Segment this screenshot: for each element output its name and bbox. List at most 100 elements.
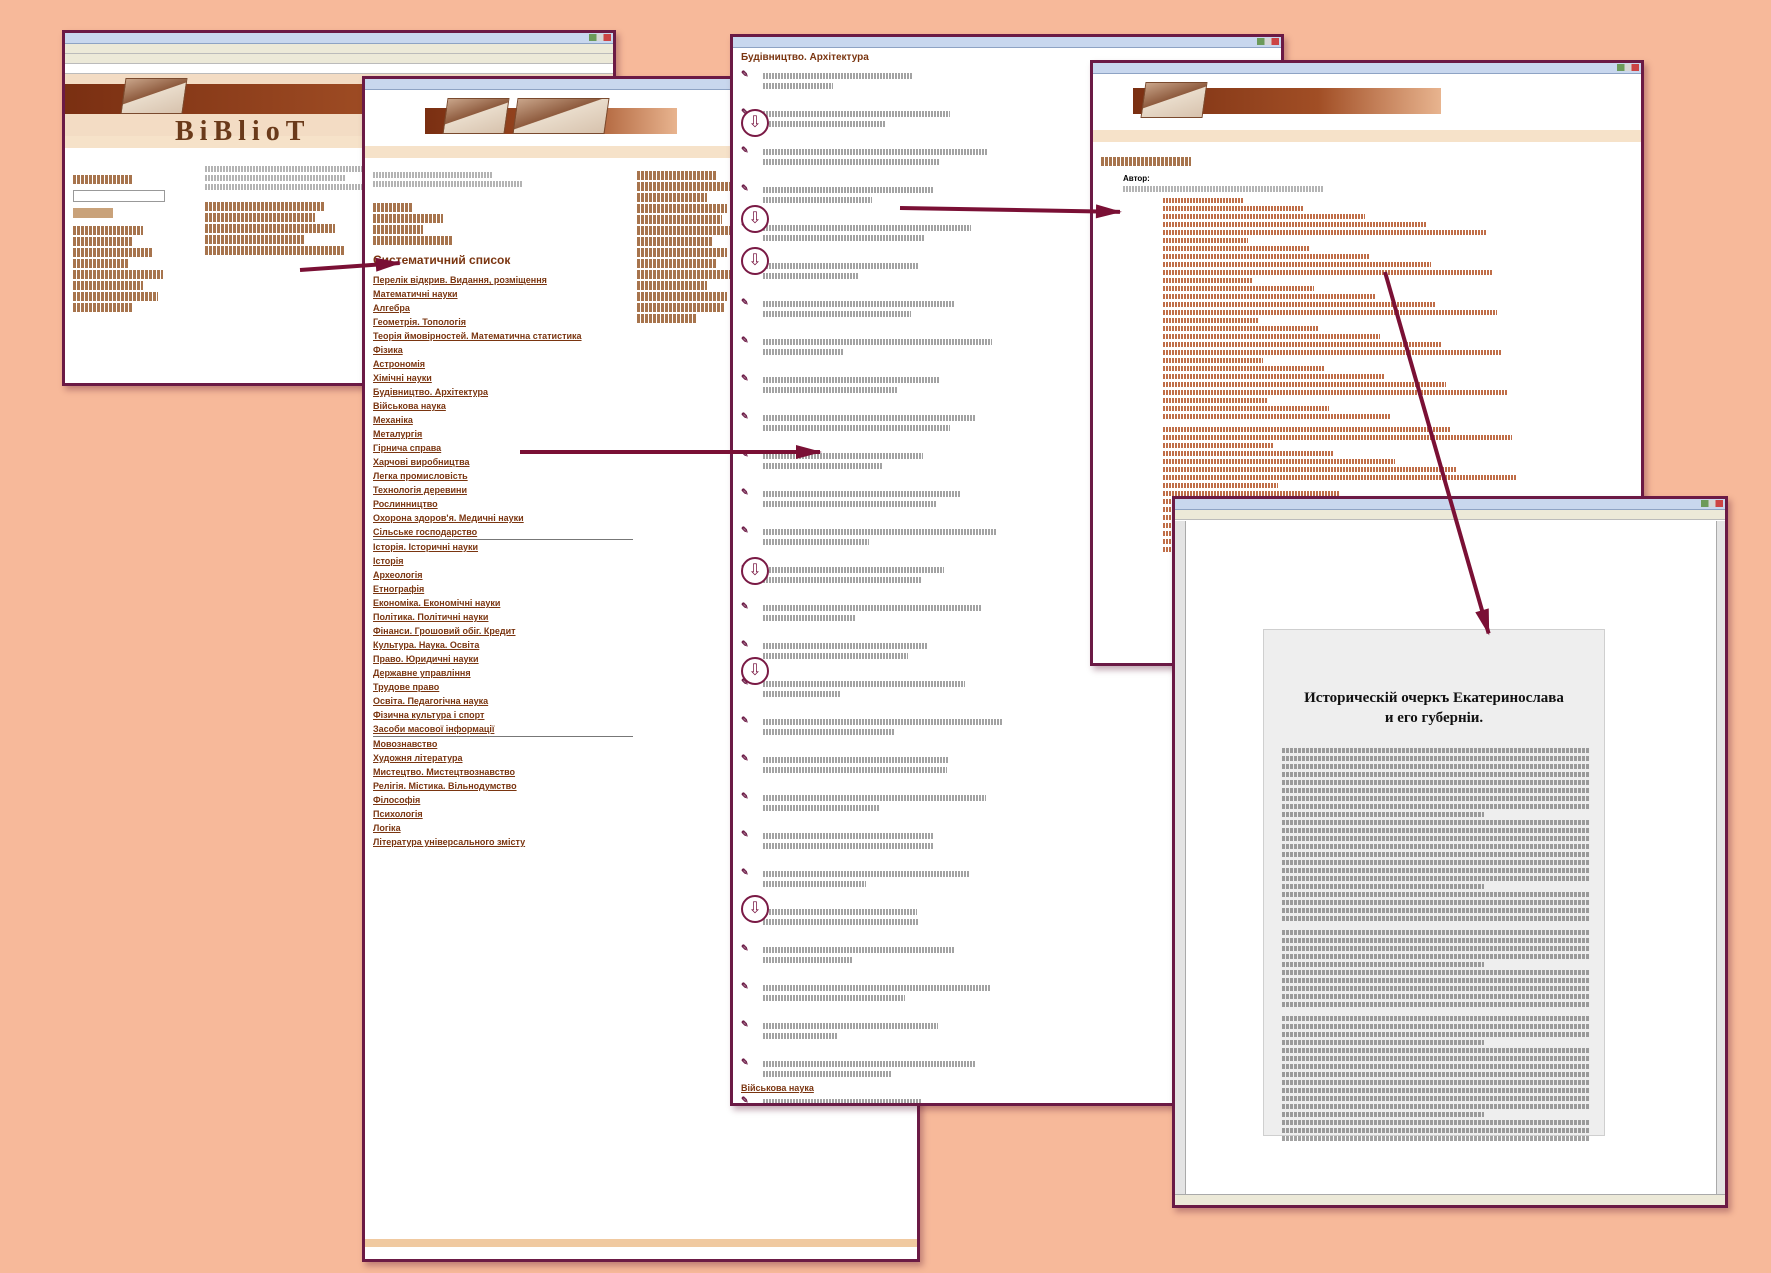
category-link[interactable]: Математичні науки bbox=[373, 287, 633, 301]
category-link[interactable]: Легка промисловість bbox=[373, 469, 633, 483]
outline-link[interactable] bbox=[1163, 406, 1329, 411]
outline-link[interactable] bbox=[1163, 238, 1248, 243]
outline-link[interactable] bbox=[1163, 350, 1502, 355]
category-link[interactable]: Право. Юридичні науки bbox=[373, 652, 633, 666]
download-icon[interactable]: ⇩ bbox=[741, 895, 769, 923]
outline-link[interactable] bbox=[1163, 443, 1273, 448]
category-link[interactable]: Державне управління bbox=[373, 666, 633, 680]
outline-link[interactable] bbox=[1163, 475, 1517, 480]
category-link[interactable]: Алгебра bbox=[373, 301, 633, 315]
download-icon[interactable]: ⇩ bbox=[741, 247, 769, 275]
outline-link[interactable] bbox=[1163, 254, 1370, 259]
scan-text-line bbox=[1282, 938, 1590, 943]
outline-link[interactable] bbox=[1163, 326, 1319, 331]
category-link[interactable]: Хімічні науки bbox=[373, 371, 633, 385]
scan-text-line bbox=[1282, 1104, 1590, 1109]
category-link[interactable]: Військова наука bbox=[373, 399, 633, 413]
outline-link[interactable] bbox=[1163, 222, 1426, 227]
address-bar[interactable] bbox=[65, 64, 613, 74]
download-icon[interactable]: ⇩ bbox=[741, 205, 769, 233]
window-controls[interactable] bbox=[589, 34, 611, 41]
category-link[interactable]: Геометрія. Топологія bbox=[373, 315, 633, 329]
category-link[interactable]: Мистецтво. Мистецтвознавство bbox=[373, 765, 633, 779]
category-link[interactable]: Астрономія bbox=[373, 357, 633, 371]
category-link[interactable]: Металургія bbox=[373, 427, 633, 441]
outline-link[interactable] bbox=[1163, 334, 1380, 339]
category-link[interactable]: Фізика bbox=[373, 343, 633, 357]
scan-text-line bbox=[1282, 1136, 1590, 1141]
viewer-scrollbar[interactable] bbox=[1716, 521, 1725, 1195]
outline-link[interactable] bbox=[1163, 459, 1395, 464]
category-link[interactable]: Фінанси. Грошовий обіг. Кредит bbox=[373, 624, 633, 638]
outline-link[interactable] bbox=[1163, 206, 1304, 211]
list-footer-link[interactable]: Військова наука bbox=[741, 1083, 814, 1093]
outline-link[interactable] bbox=[1163, 382, 1446, 387]
outline-link[interactable] bbox=[1163, 262, 1431, 267]
outline-link[interactable] bbox=[1163, 230, 1487, 235]
category-link[interactable]: Механіка bbox=[373, 413, 633, 427]
category-link[interactable]: Освіта. Педагогічна наука bbox=[373, 694, 633, 708]
category-link[interactable]: Будівництво. Архітектура bbox=[373, 385, 633, 399]
outline-link[interactable] bbox=[1163, 286, 1314, 291]
category-link[interactable]: Релігія. Містика. Вільнодумство bbox=[373, 779, 633, 793]
nav-links[interactable] bbox=[1093, 130, 1641, 142]
category-link[interactable]: Філософія bbox=[373, 793, 633, 807]
window-controls[interactable] bbox=[1617, 64, 1639, 71]
download-icon[interactable]: ⇩ bbox=[741, 657, 769, 685]
toolbar[interactable] bbox=[65, 54, 613, 64]
category-link[interactable]: Культура. Наука. Освіта bbox=[373, 638, 633, 652]
search-field[interactable] bbox=[73, 190, 165, 202]
category-link[interactable]: Фізична культура і спорт bbox=[373, 708, 633, 722]
outline-link[interactable] bbox=[1163, 374, 1385, 379]
outline-link[interactable] bbox=[1163, 398, 1268, 403]
outline-link[interactable] bbox=[1163, 198, 1243, 203]
outline-link[interactable] bbox=[1163, 270, 1492, 275]
category-link[interactable]: Етнографія bbox=[373, 582, 633, 596]
category-link[interactable]: Логіка bbox=[373, 821, 633, 835]
outline-link[interactable] bbox=[1163, 294, 1375, 299]
window-controls[interactable] bbox=[1257, 38, 1279, 45]
outline-link[interactable] bbox=[1163, 435, 1512, 440]
viewer-toolbar[interactable] bbox=[1175, 510, 1725, 520]
outline-link[interactable] bbox=[1163, 214, 1365, 219]
scan-text-line bbox=[1282, 986, 1590, 991]
category-link[interactable]: Засоби масової інформації bbox=[373, 722, 633, 736]
search-button[interactable] bbox=[73, 208, 113, 218]
download-icon[interactable]: ⇩ bbox=[741, 109, 769, 137]
outline-link[interactable] bbox=[1163, 358, 1263, 363]
scan-text-line bbox=[1282, 970, 1590, 975]
outline-link[interactable] bbox=[1163, 427, 1451, 432]
category-link[interactable]: Художня література bbox=[373, 751, 633, 765]
category-link[interactable]: Мовознавство bbox=[373, 736, 633, 751]
category-link[interactable]: Політика. Політичні науки bbox=[373, 610, 633, 624]
outline-link[interactable] bbox=[1163, 483, 1278, 488]
download-icon[interactable]: ⇩ bbox=[741, 557, 769, 585]
category-link[interactable]: Історія bbox=[373, 554, 633, 568]
document-icon: ✎ bbox=[741, 487, 749, 497]
outline-link[interactable] bbox=[1163, 451, 1334, 456]
category-link[interactable]: Технологія деревини bbox=[373, 483, 633, 497]
category-link[interactable]: Харчові виробництва bbox=[373, 455, 633, 469]
outline-link[interactable] bbox=[1163, 414, 1390, 419]
category-link[interactable]: Економіка. Економічні науки bbox=[373, 596, 633, 610]
menu-bar[interactable] bbox=[65, 44, 613, 54]
category-link[interactable]: Охорона здоров'я. Медичні науки bbox=[373, 511, 633, 525]
outline-link[interactable] bbox=[1163, 342, 1441, 347]
outline-link[interactable] bbox=[1163, 278, 1253, 283]
outline-link[interactable] bbox=[1163, 366, 1324, 371]
category-link[interactable]: Археологія bbox=[373, 568, 633, 582]
category-link[interactable]: Теорія ймовірностей. Математична статист… bbox=[373, 329, 633, 343]
window-controls[interactable] bbox=[1701, 500, 1723, 507]
outline-link[interactable] bbox=[1163, 467, 1456, 472]
outline-link[interactable] bbox=[1163, 318, 1258, 323]
category-link[interactable]: Трудове право bbox=[373, 680, 633, 694]
category-link[interactable]: Психологія bbox=[373, 807, 633, 821]
category-link[interactable]: Перелік відкрив. Видання, розміщення bbox=[373, 273, 633, 287]
category-link[interactable]: Сільське господарство bbox=[373, 525, 633, 539]
outline-link[interactable] bbox=[1163, 390, 1507, 395]
category-link[interactable]: Рослинництво bbox=[373, 497, 633, 511]
category-link[interactable]: Історія. Історичні науки bbox=[373, 539, 633, 554]
outline-link[interactable] bbox=[1163, 310, 1497, 315]
outline-link[interactable] bbox=[1163, 246, 1309, 251]
category-link[interactable]: Література універсального змісту bbox=[373, 835, 633, 849]
